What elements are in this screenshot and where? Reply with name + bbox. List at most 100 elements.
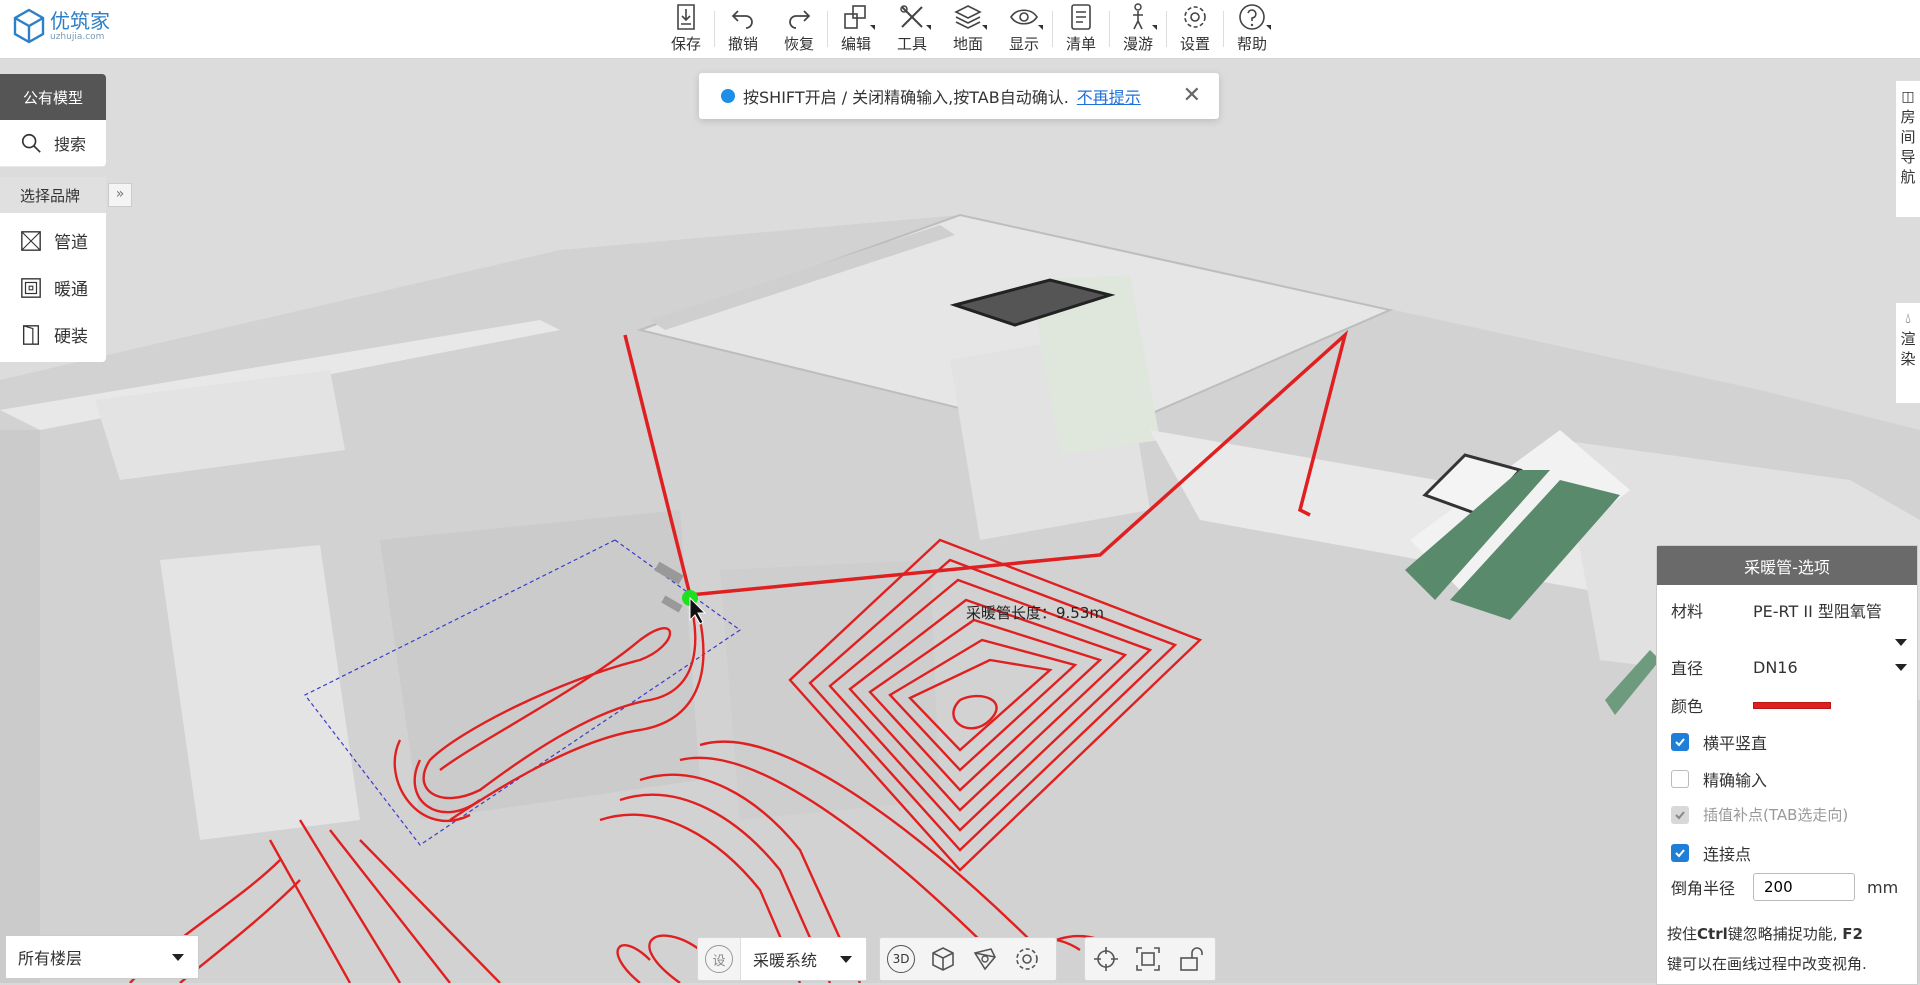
diameter-label: 直径: [1671, 659, 1704, 678]
3d-viewport[interactable]: 采暖管长度：9.53m: [0, 59, 1920, 983]
view-settings-gear-icon[interactable]: [1006, 938, 1048, 980]
room-navigation-tab[interactable]: ◫ 房 间 导 航: [1895, 80, 1920, 218]
app-logo[interactable]: 优筑家 uzhujia.com: [12, 8, 110, 44]
tip-line-1: 按住Ctrl键忽略捕捉功能, F2: [1667, 925, 1863, 943]
select-brand-label: 选择品牌: [20, 186, 81, 205]
select-brand[interactable]: 选择品牌 »: [0, 177, 132, 213]
checkbox-precise-input[interactable]: 精确输入: [1671, 767, 1907, 791]
checkbox-orthogonal[interactable]: 横平竖直: [1671, 730, 1907, 754]
material-dropdown-icon[interactable]: [1895, 639, 1907, 646]
checkbox-checked-icon[interactable]: [1671, 733, 1689, 751]
floor-dropdown-icon[interactable]: [172, 954, 184, 961]
logo-cube-icon: [13, 8, 45, 44]
layers-icon: [954, 5, 982, 29]
menu-caret-icon: [1152, 25, 1157, 30]
radius-input[interactable]: [1753, 873, 1855, 901]
color-swatch[interactable]: [1753, 701, 1831, 709]
options-tip: 按住Ctrl键忽略捕捉功能, F2 键可以在画线过程中改变视角.: [1667, 919, 1867, 979]
radius-row: 倒角半径 mm: [1671, 873, 1907, 901]
render-tab[interactable]: 💧︎ 渲 染: [1895, 302, 1920, 404]
toolbar-redo-button[interactable]: 恢复: [771, 0, 827, 58]
category-heating-label: 暖通: [54, 280, 88, 300]
checkbox-label: 横平竖直: [1703, 734, 1768, 753]
redo-icon: [789, 10, 811, 29]
toolbar-undo-button[interactable]: 撤销: [715, 0, 771, 58]
view-controls-group: 3D: [879, 937, 1057, 981]
droplet-icon: 💧︎: [1905, 311, 1911, 327]
toolbar-gear-button[interactable]: 设置: [1167, 0, 1223, 58]
checkbox-disabled-icon: [1671, 805, 1689, 824]
expand-panel-icon[interactable]: »: [108, 183, 132, 207]
tip-line-2: 键可以在画线过程中改变视角.: [1667, 955, 1867, 973]
floor-select[interactable]: 所有楼层: [5, 935, 199, 979]
system-select-value: 采暖系统: [753, 951, 818, 970]
perspective-camera-icon[interactable]: [964, 938, 1006, 980]
heating-icon: [21, 277, 41, 298]
public-model-header[interactable]: 公有模型: [0, 74, 106, 120]
category-heating[interactable]: 暖通: [0, 264, 106, 311]
toolbar-layers-button[interactable]: 地面: [940, 0, 996, 58]
render-char: 染: [1900, 350, 1916, 368]
left-wall-face: [0, 430, 40, 983]
checkbox-checked-icon[interactable]: [1671, 844, 1689, 862]
save-icon: [677, 4, 695, 30]
search-label: 搜索: [54, 135, 87, 154]
toolbar-edit-button[interactable]: 编辑: [828, 0, 884, 58]
system-dropdown-icon[interactable]: [840, 955, 852, 963]
design-settings-icon[interactable]: 设: [698, 938, 740, 980]
checkbox-interpolate: 插值补点(TAB选走向): [1671, 804, 1907, 825]
toolbar-save-button[interactable]: 保存: [658, 0, 714, 58]
toolbar-label: 撤销: [727, 35, 758, 53]
cube-view-icon[interactable]: [922, 938, 964, 980]
room-nav-char: 导: [1900, 148, 1916, 166]
eye-icon: [1010, 9, 1038, 25]
material-select[interactable]: PE-RT II 型阻氧管: [1753, 598, 1882, 622]
pipe-icon: [21, 230, 41, 251]
room-nav-char: 间: [1900, 128, 1916, 146]
checkbox-unchecked-icon[interactable]: [1671, 770, 1689, 788]
category-list: 管道 暖通 硬装: [0, 213, 106, 362]
toolbar-eye-button[interactable]: 显示: [996, 0, 1052, 58]
search-button[interactable]: 搜索: [0, 120, 106, 167]
unlock-icon[interactable]: [1169, 938, 1211, 980]
room-nav-char: 房: [1900, 108, 1916, 126]
diameter-dropdown-icon[interactable]: [1895, 663, 1907, 671]
material-label: 材料: [1671, 602, 1704, 621]
glass-partition: [380, 510, 700, 820]
toolbar-help-button[interactable]: 帮助: [1224, 0, 1280, 58]
pipe-length-label: 采暖管长度：9.53m: [966, 604, 1105, 622]
options-title: 采暖管-选项: [1657, 546, 1917, 585]
toolbar-tools-button[interactable]: 工具: [884, 0, 940, 58]
toolbar-list-button[interactable]: 清单: [1053, 0, 1109, 58]
left-panel: 公有模型 搜索 选择品牌 » 管道 暖通 硬装: [0, 74, 132, 362]
scene-canvas[interactable]: [0, 59, 1920, 983]
close-icon[interactable]: ✕: [1183, 83, 1201, 108]
dont-show-again-link[interactable]: 不再提示: [1077, 84, 1141, 108]
main-toolbar: 保存 撤销 恢复 编辑 工具 地面 显示 清单 漫游 设置 帮助: [658, 0, 1280, 58]
list-icon: [1071, 4, 1091, 30]
checkbox-connection-point[interactable]: 连接点: [1671, 841, 1907, 865]
toolbar-label: 漫游: [1122, 35, 1153, 53]
room-nav-char: 航: [1900, 168, 1916, 186]
tools-icon: [900, 5, 923, 28]
info-dot-icon: [721, 89, 735, 103]
category-pipe[interactable]: 管道: [0, 217, 106, 264]
focus-target-icon[interactable]: [1085, 938, 1127, 980]
toolbar-label: 工具: [896, 35, 927, 53]
render-char: 渲: [1900, 330, 1916, 348]
checkbox-label: 连接点: [1703, 845, 1752, 864]
system-select[interactable]: 采暖系统: [740, 938, 866, 980]
toolbar-walk-button[interactable]: 漫游: [1110, 0, 1166, 58]
menu-caret-icon: [926, 25, 931, 30]
top-toolbar: 优筑家 uzhujia.com 保存 撤销 恢复 编辑 工具 地面 显示 清单 漫游 设置 帮助: [0, 0, 1920, 59]
diameter-select[interactable]: DN16: [1753, 658, 1895, 677]
fit-view-icon[interactable]: [1127, 938, 1169, 980]
toolbar-label: 保存: [670, 35, 701, 53]
toolbar-label: 显示: [1008, 35, 1039, 53]
category-hard-decor[interactable]: 硬装: [0, 311, 106, 358]
color-row: 颜色: [1671, 693, 1907, 717]
radius-label: 倒角半径: [1671, 879, 1736, 898]
view-3d-button[interactable]: 3D: [880, 938, 922, 980]
room-nav-icon: ◫: [1901, 89, 1915, 105]
undo-icon: [731, 10, 753, 29]
